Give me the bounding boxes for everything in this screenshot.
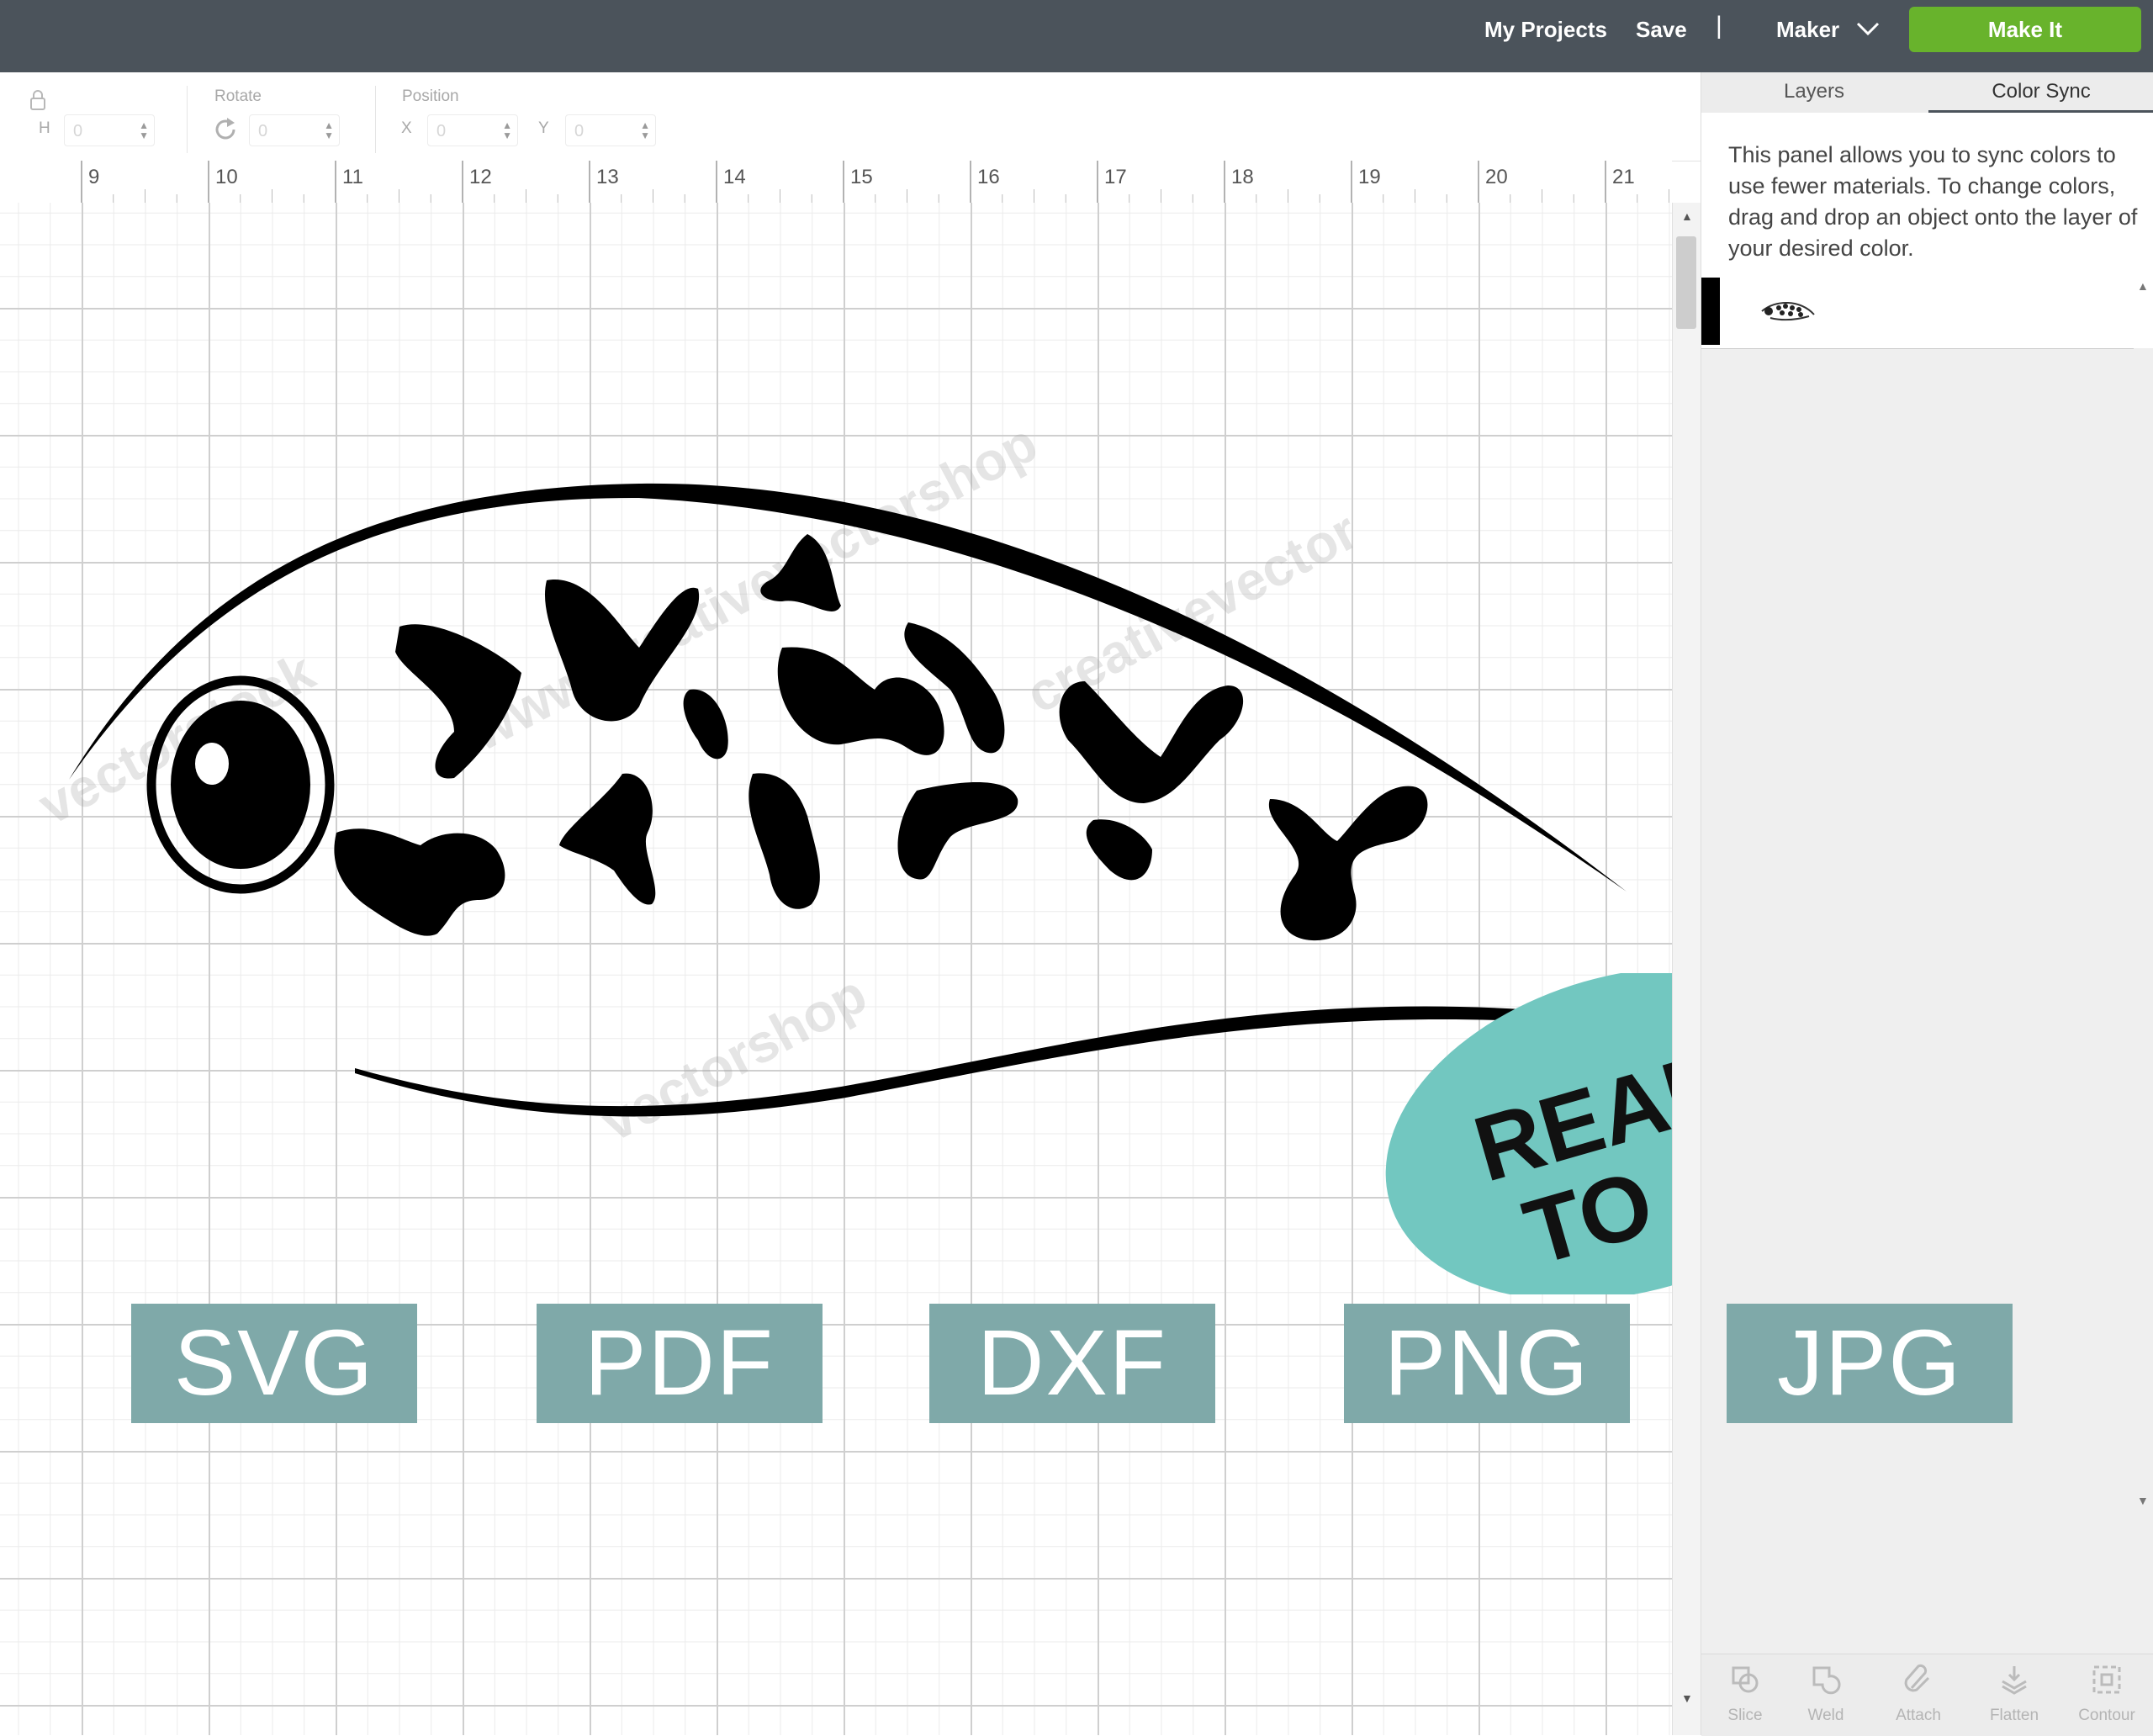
- ruler-tick-label: 15: [850, 166, 873, 188]
- height-label: H: [39, 119, 50, 137]
- fish-belly-line: [355, 1006, 1522, 1117]
- lock-icon[interactable]: [29, 89, 47, 111]
- spot: [760, 534, 841, 611]
- panel-tabs: Layers Color Sync: [1701, 72, 2153, 114]
- ruler-tick-label: 19: [1358, 166, 1381, 188]
- format-svg: SVG: [131, 1304, 417, 1423]
- x-label: X: [401, 119, 412, 137]
- top-bar: My Projects Save | Maker Make It: [0, 0, 2153, 72]
- scroll-down-icon[interactable]: ▼: [1681, 1691, 1693, 1705]
- spot: [683, 689, 728, 760]
- position-label: Position: [402, 87, 459, 105]
- ruler-tick-label: 10: [215, 166, 238, 188]
- flatten-label: Flatten: [1989, 1707, 2039, 1724]
- weld-label: Weld: [1807, 1707, 1844, 1724]
- format-jpg: JPG: [1727, 1304, 2013, 1423]
- contour-tool[interactable]: Contour: [2063, 1663, 2150, 1725]
- flatten-tool[interactable]: Flatten: [1970, 1663, 2058, 1725]
- ruler-tick-label: 21: [1612, 166, 1635, 188]
- scroll-up-icon[interactable]: ▲: [1681, 209, 1693, 223]
- ruler-tick-label: 11: [342, 166, 363, 188]
- my-projects-link[interactable]: My Projects: [1484, 17, 1607, 42]
- canvas-vertical-scrollbar[interactable]: ▲ ▼: [1672, 203, 1701, 1735]
- weld-tool[interactable]: Weld: [1782, 1663, 1870, 1725]
- ruler-tick-label: 14: [723, 166, 746, 188]
- spot: [1086, 819, 1152, 881]
- ruler-tick-label: 18: [1231, 166, 1254, 188]
- rotate-icon: [215, 118, 235, 140]
- rotate-input[interactable]: 0 ▲ ▼: [249, 114, 340, 146]
- make-it-button[interactable]: Make It: [1909, 7, 2141, 52]
- save-button[interactable]: Save: [1636, 17, 1687, 42]
- ruler-tick-label: 20: [1485, 166, 1508, 188]
- ruler-ticks: [81, 161, 1669, 203]
- fish-design[interactable]: [0, 203, 1672, 1735]
- layer-thumbnail[interactable]: [1759, 293, 1817, 326]
- panel-scroll-up-icon[interactable]: ▲: [2137, 279, 2149, 293]
- ruler-tick-label: 12: [469, 166, 492, 188]
- y-label: Y: [538, 119, 549, 137]
- eye-pupil: [171, 701, 310, 869]
- right-panel: Layers Color Sync This panel allows you …: [1701, 72, 2153, 1736]
- height-input[interactable]: 0 ▲ ▼: [64, 114, 155, 146]
- slice-label: Slice: [1727, 1707, 1763, 1724]
- panel-scroll-down-icon[interactable]: ▼: [2137, 1494, 2149, 1507]
- toolbar-divider: [375, 86, 376, 153]
- contour-label: Contour: [2078, 1707, 2135, 1724]
- tab-layers[interactable]: Layers: [1701, 72, 1927, 113]
- color-layer-row[interactable]: [1701, 274, 2134, 349]
- spot: [1059, 681, 1244, 803]
- contour-icon: [2092, 1665, 2121, 1694]
- color-sync-description: This panel allows you to sync colors to …: [1728, 142, 2138, 261]
- weld-icon: [1812, 1666, 1841, 1695]
- tab-color-sync[interactable]: Color Sync: [1928, 72, 2153, 113]
- format-pdf: PDF: [537, 1304, 823, 1423]
- spot: [777, 647, 944, 755]
- edit-toolbar: H 0 ▲ ▼ Rotate 0 ▲ ▼ Position X 0 ▲ ▼ Y 0 ▲ ▼: [0, 72, 1701, 161]
- format-dxf: DXF: [929, 1304, 1215, 1423]
- topbar-divider: |: [1716, 12, 1722, 40]
- rotate-label: Rotate: [214, 87, 262, 105]
- ready-to-cut-badge: READY TO CUT: [1385, 973, 1672, 1294]
- attach-tool[interactable]: Attach: [1875, 1663, 1962, 1725]
- spot: [749, 773, 820, 909]
- x-input[interactable]: 0 ▲ ▼: [427, 114, 518, 146]
- attach-icon: [1904, 1664, 1930, 1692]
- y-input[interactable]: 0 ▲ ▼: [565, 114, 656, 146]
- color-sync-content: This panel allows you to sync colors to …: [1701, 113, 2153, 349]
- flatten-icon: [2002, 1666, 2027, 1695]
- spot: [334, 828, 505, 936]
- ruler-tick-label: 13: [596, 166, 619, 188]
- ruler-tick-label: 9: [88, 166, 100, 188]
- horizontal-ruler: 9 10 11 12 13 14 15 16 17 18 19 20 21: [0, 161, 1672, 204]
- spot: [395, 624, 521, 779]
- scrollbar-thumb[interactable]: [1676, 236, 1696, 329]
- spot: [897, 782, 1018, 880]
- spot: [1268, 786, 1428, 941]
- bottom-tools-bar: Slice Weld Attach Flatten Contour: [1701, 1654, 2153, 1736]
- toolbar-divider: [187, 86, 188, 153]
- layer-color-swatch[interactable]: [1701, 278, 1720, 345]
- eye-highlight: [195, 743, 229, 785]
- spot: [559, 773, 656, 905]
- slice-icon: [1732, 1666, 1759, 1693]
- machine-selector[interactable]: Maker: [1776, 17, 1839, 42]
- attach-label: Attach: [1896, 1707, 1941, 1724]
- chevron-down-icon[interactable]: [1855, 20, 1881, 37]
- spot: [544, 580, 700, 722]
- ruler-tick-label: 16: [977, 166, 1000, 188]
- ruler-tick-label: 17: [1104, 166, 1127, 188]
- format-png: PNG: [1344, 1304, 1630, 1423]
- design-canvas[interactable]: vectorstock www.creativevectorshop vecto…: [0, 203, 1672, 1735]
- slice-tool[interactable]: Slice: [1701, 1663, 1789, 1725]
